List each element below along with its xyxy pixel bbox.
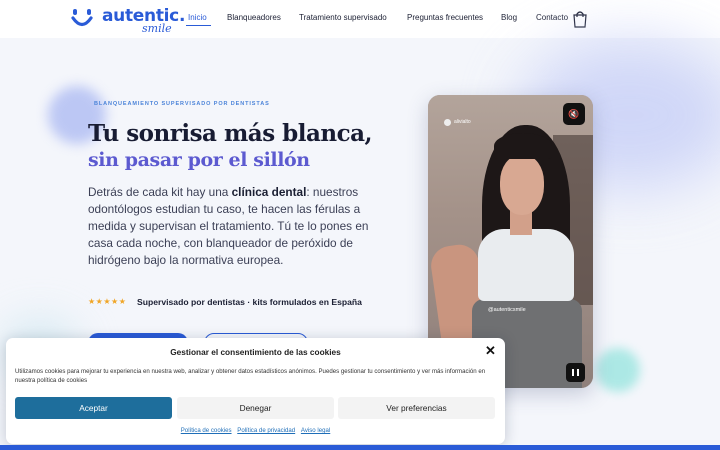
nav-item-inicio[interactable]: Inicio	[188, 13, 207, 22]
hero-eyebrow: BLANQUEAMIENTO SUPERVISADO POR DENTISTAS	[94, 101, 270, 107]
nav-item-preguntas[interactable]: Preguntas frecuentes	[407, 13, 483, 22]
bottom-bar	[0, 445, 720, 450]
deny-button[interactable]: Denegar	[177, 397, 334, 419]
video-frame	[494, 133, 552, 159]
privacy-policy-link[interactable]: Política de privacidad	[237, 427, 295, 434]
hero-description-before: Detrás de cada kit hay una	[88, 185, 232, 199]
smile-logo-icon	[71, 9, 93, 27]
video-tag: @autenticsmile	[488, 307, 526, 313]
video-user-name: alivialto	[454, 119, 471, 125]
site-header: autentic. smile Inicio Blanqueadores Tra…	[0, 0, 720, 38]
nav-item-contacto[interactable]: Contacto	[536, 13, 568, 22]
nav-item-blog[interactable]: Blog	[501, 13, 517, 22]
legal-notice-link[interactable]: Aviso legal	[301, 427, 330, 434]
nav-item-blanqueadores[interactable]: Blanqueadores	[227, 13, 281, 22]
hero-description-bold: clínica dental	[231, 185, 307, 199]
hero-title-line1: Tu sonrisa más blanca,	[88, 120, 373, 147]
brand-logo[interactable]: autentic. smile	[70, 5, 185, 35]
accept-button[interactable]: Aceptar	[15, 397, 172, 419]
brand-sub: smile	[142, 22, 172, 35]
decor-blob	[596, 348, 640, 392]
speaker-muted-icon[interactable]: 🔇	[563, 103, 585, 125]
video-user-avatar	[444, 119, 451, 126]
nav-active-indicator	[186, 25, 211, 26]
nav-item-tratamiento[interactable]: Tratamiento supervisado	[299, 13, 387, 22]
video-frame	[500, 155, 544, 215]
hero-description: Detrás de cada kit hay una clínica denta…	[88, 184, 373, 269]
cookie-consent-dialog: Gestionar el consentimiento de las cooki…	[6, 338, 505, 444]
hero-title-line2: sin pasar por el sillón	[88, 149, 310, 171]
trust-text: Supervisado por dentistas · kits formula…	[137, 297, 362, 307]
video-frame	[478, 229, 574, 301]
pause-icon[interactable]	[566, 363, 585, 382]
cookie-policy-link[interactable]: Política de cookies	[181, 427, 232, 434]
close-icon[interactable]: ✕	[485, 344, 496, 358]
cookie-links: Política de cookies Política de privacid…	[6, 427, 505, 434]
cookie-description: Utilizamos cookies para mejorar tu exper…	[15, 368, 486, 384]
preferences-button[interactable]: Ver preferencias	[338, 397, 495, 419]
rating-stars-icon: ★★★★★	[88, 297, 127, 306]
cookie-title: Gestionar el consentimiento de las cooki…	[170, 347, 341, 357]
shopping-bag-icon[interactable]	[572, 10, 588, 28]
